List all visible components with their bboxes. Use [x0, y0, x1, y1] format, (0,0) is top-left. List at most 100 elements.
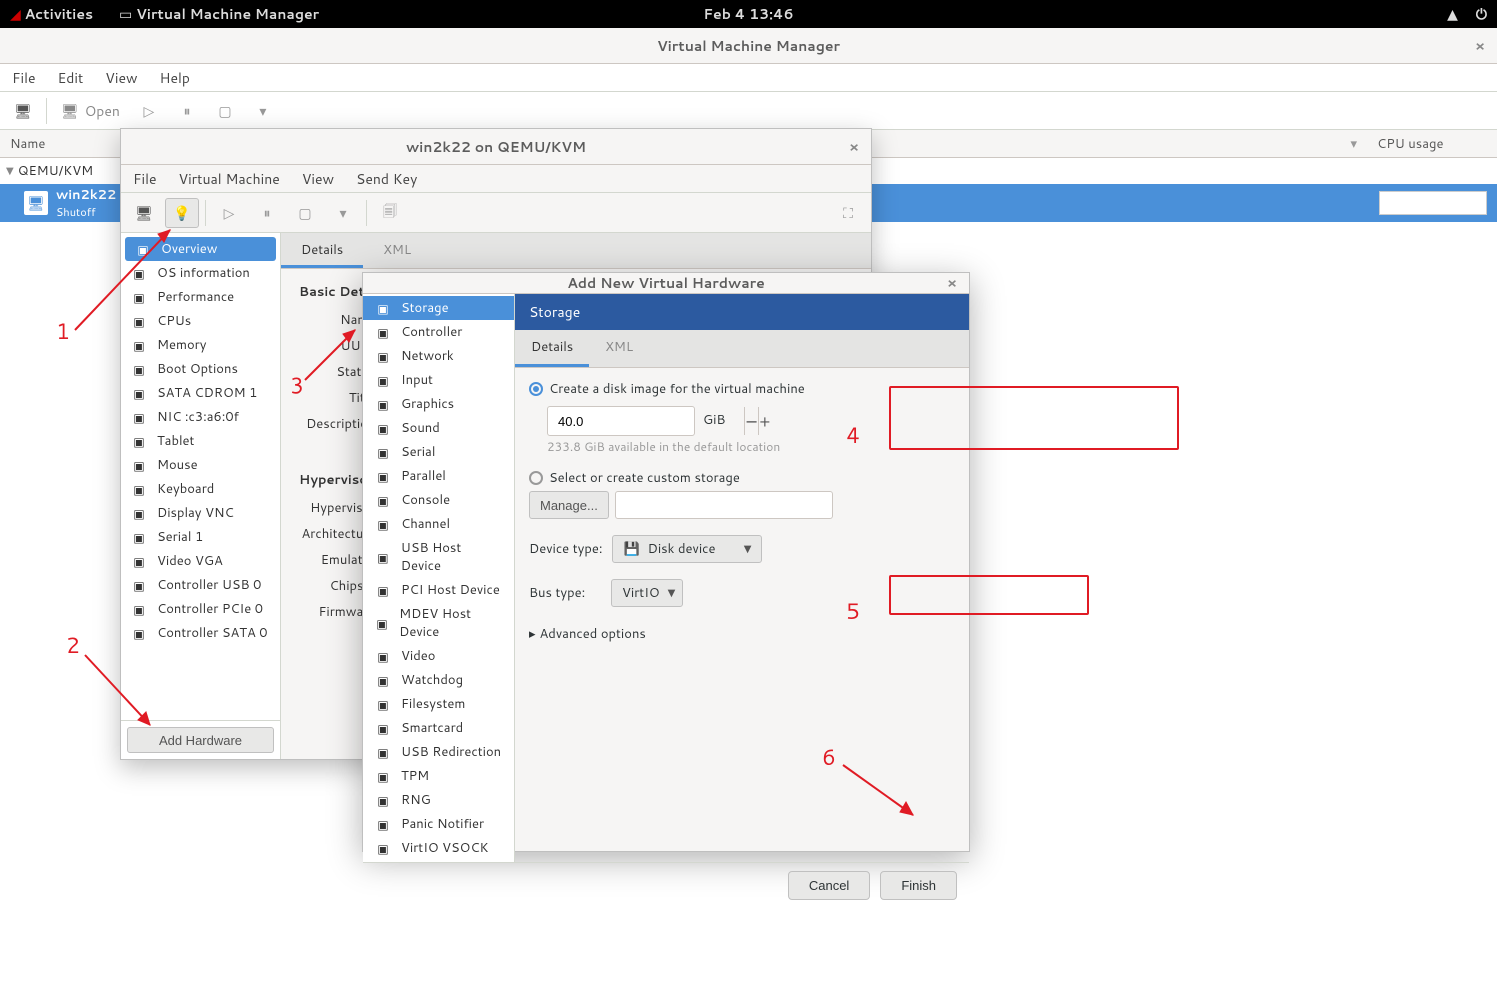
details-icon[interactable]: 💡 [165, 198, 199, 228]
console-icon[interactable]: 🖥 [127, 198, 161, 228]
new-vm-icon[interactable]: 🖥 [6, 96, 40, 126]
device-icon: ▣ [373, 768, 393, 784]
app-menu[interactable]: ▭ Virtual Machine Manager [119, 4, 319, 24]
tab-details[interactable]: Details [281, 233, 363, 268]
addhw-item-watchdog[interactable]: ▣Watchdog [363, 668, 514, 692]
menu-vm[interactable]: Virtual Machine [179, 169, 280, 189]
addhw-item-parallel[interactable]: ▣Parallel [363, 464, 514, 488]
power-icon[interactable]: ⏻ [1476, 4, 1487, 24]
hw-item-controller-pcie-0[interactable]: ▣Controller PCIe 0 [121, 597, 280, 621]
hw-item-tablet[interactable]: ▣Tablet [121, 429, 280, 453]
pause-icon[interactable]: ⏸ [170, 96, 204, 126]
addhw-item-storage[interactable]: ▣Storage [363, 296, 514, 320]
hw-item-performance[interactable]: ▣Performance [121, 285, 280, 309]
addhw-item-controller[interactable]: ▣Controller [363, 320, 514, 344]
close-icon[interactable]: × [849, 137, 859, 157]
hw-item-serial-1[interactable]: ▣Serial 1 [121, 525, 280, 549]
addhw-item-panic-notifier[interactable]: ▣Panic Notifier [363, 812, 514, 836]
shutdown-icon[interactable]: ▢ [208, 96, 242, 126]
hw-item-cpus[interactable]: ▣CPUs [121, 309, 280, 333]
dropdown-icon[interactable]: ▾ [246, 96, 280, 126]
addhw-item-network[interactable]: ▣Network [363, 344, 514, 368]
snapshot-icon[interactable]: 🗐 [373, 198, 407, 228]
hw-item-memory[interactable]: ▣Memory [121, 333, 280, 357]
close-icon[interactable]: × [1475, 36, 1485, 56]
hw-item-mouse[interactable]: ▣Mouse [121, 453, 280, 477]
chevron-down-icon: ▼ [744, 542, 752, 556]
close-icon[interactable]: × [947, 273, 957, 293]
addhw-item-virtio-vsock[interactable]: ▣VirtIO VSOCK [363, 836, 514, 860]
addhw-item-label: Network [401, 347, 454, 365]
device-type-combo[interactable]: 💾 Disk device ▼ [612, 535, 762, 563]
addhw-item-pci-host-device[interactable]: ▣PCI Host Device [363, 578, 514, 602]
disk-size-spinner[interactable]: − + [547, 406, 695, 436]
advanced-options-expander[interactable]: ▸ Advanced options [529, 625, 955, 643]
addhw-item-channel[interactable]: ▣Channel [363, 512, 514, 536]
tab-xml[interactable]: XML [589, 330, 649, 367]
hw-item-video-vga[interactable]: ▣Video VGA [121, 549, 280, 573]
addhw-item-smartcard[interactable]: ▣Smartcard [363, 716, 514, 740]
open-button[interactable]: 🖥 Open [53, 101, 128, 121]
detail-toolbar: 🖥 💡 ▷ ⏸ ▢ ▾ 🗐 ⛶ [121, 193, 871, 233]
hw-item-os-information[interactable]: ▣OS information [121, 261, 280, 285]
hw-item-sata-cdrom-1[interactable]: ▣SATA CDROM 1 [121, 381, 280, 405]
addhw-item-sound[interactable]: ▣Sound [363, 416, 514, 440]
addhw-item-serial[interactable]: ▣Serial [363, 440, 514, 464]
menu-edit[interactable]: Edit [58, 68, 84, 88]
fullscreen-icon[interactable]: ⛶ [831, 198, 865, 228]
dropdown-icon[interactable]: ▾ [326, 198, 360, 228]
disk-icon: 💾 [623, 540, 639, 558]
manage-button[interactable]: Manage... [529, 491, 609, 519]
select-storage-radio[interactable]: Select or create custom storage [529, 469, 955, 487]
tab-details[interactable]: Details [515, 330, 589, 367]
menu-file[interactable]: File [12, 68, 36, 88]
clock[interactable]: Feb 4 13:46 [703, 4, 793, 24]
addhw-item-console[interactable]: ▣Console [363, 488, 514, 512]
tab-xml[interactable]: XML [363, 233, 431, 268]
decrement-button[interactable]: − [744, 407, 758, 435]
hw-item-nic-c3-a6-0f[interactable]: ▣NIC :c3:a6:0f [121, 405, 280, 429]
menu-sendkey[interactable]: Send Key [356, 169, 417, 189]
hw-item-controller-sata-0[interactable]: ▣Controller SATA 0 [121, 621, 280, 645]
hw-item-keyboard[interactable]: ▣Keyboard [121, 477, 280, 501]
create-disk-label: Create a disk image for the virtual mach… [549, 380, 805, 398]
bus-type-value: VirtIO [622, 584, 660, 602]
pause-icon[interactable]: ⏸ [250, 198, 284, 228]
separator [366, 200, 367, 226]
hw-item-boot-options[interactable]: ▣Boot Options [121, 357, 280, 381]
menu-view[interactable]: View [302, 169, 334, 189]
addhw-item-video[interactable]: ▣Video [363, 644, 514, 668]
addhw-item-mdev-host-device[interactable]: ▣MDEV Host Device [363, 602, 514, 644]
addhw-item-label: Console [401, 491, 450, 509]
name-column[interactable]: Name [10, 135, 45, 153]
addhw-item-usb-host-device[interactable]: ▣USB Host Device [363, 536, 514, 578]
addhw-item-filesystem[interactable]: ▣Filesystem [363, 692, 514, 716]
activities-label[interactable]: Activities [25, 4, 93, 24]
hw-item-overview[interactable]: ▣Overview [125, 237, 276, 261]
add-hardware-button[interactable]: Add Hardware [127, 727, 274, 753]
menu-file[interactable]: File [133, 169, 157, 189]
menu-view[interactable]: View [105, 68, 137, 88]
sort-icon[interactable]: ▾ [1350, 135, 1357, 153]
menu-help[interactable]: Help [160, 68, 190, 88]
run-icon[interactable]: ▷ [212, 198, 246, 228]
addhw-item-rng[interactable]: ▣RNG [363, 788, 514, 812]
run-icon[interactable]: ▷ [132, 96, 166, 126]
shutdown-icon[interactable]: ▢ [288, 198, 322, 228]
addhw-item-input[interactable]: ▣Input [363, 368, 514, 392]
expand-icon[interactable]: ▼ [6, 164, 14, 178]
cpu-column[interactable]: CPU usage [1367, 135, 1497, 153]
hw-item-display-vnc[interactable]: ▣Display VNC [121, 501, 280, 525]
create-disk-radio[interactable]: Create a disk image for the virtual mach… [529, 380, 955, 398]
hw-item-controller-usb-0[interactable]: ▣Controller USB 0 [121, 573, 280, 597]
addhw-item-usb-redirection[interactable]: ▣USB Redirection [363, 740, 514, 764]
addhw-item-tpm[interactable]: ▣TPM [363, 764, 514, 788]
addhw-item-label: Graphics [401, 395, 454, 413]
finish-button[interactable]: Finish [880, 871, 957, 900]
storage-path-input[interactable] [615, 491, 833, 519]
network-icon[interactable]: ▲ [1447, 4, 1458, 24]
bus-type-combo[interactable]: VirtIO ▼ [611, 579, 683, 607]
cancel-button[interactable]: Cancel [788, 871, 870, 900]
addhw-item-graphics[interactable]: ▣Graphics [363, 392, 514, 416]
increment-button[interactable]: + [758, 407, 770, 435]
